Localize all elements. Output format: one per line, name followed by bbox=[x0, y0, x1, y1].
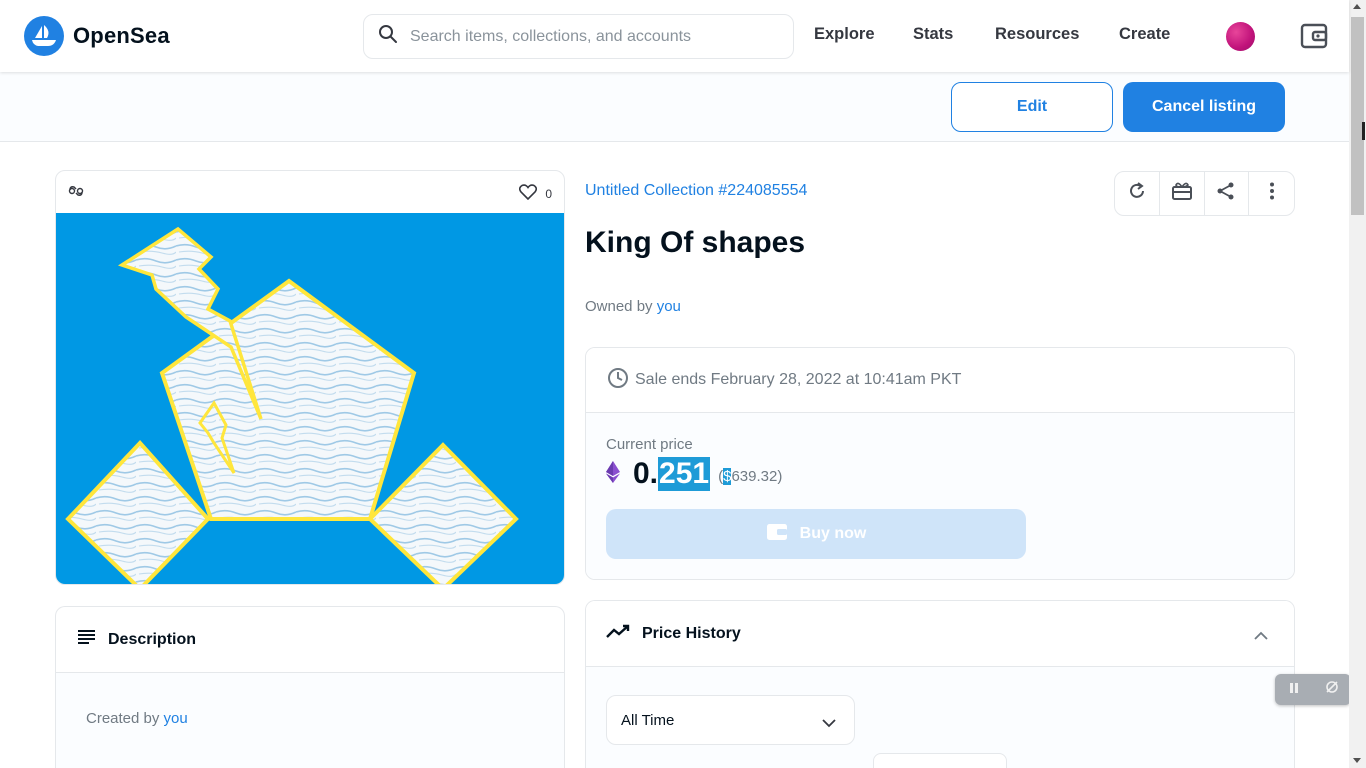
collection-link[interactable]: Untitled Collection #224085554 bbox=[585, 182, 807, 200]
chevron-up-icon[interactable] bbox=[1254, 627, 1268, 645]
cancel-listing-button[interactable]: Cancel listing bbox=[1123, 82, 1285, 132]
price-history-stat-card bbox=[873, 753, 1007, 768]
description-panel: Description Created by you bbox=[55, 606, 565, 768]
recording-widget[interactable] bbox=[1275, 674, 1351, 705]
chevron-down-icon bbox=[822, 715, 836, 732]
price-history-header[interactable]: Price History bbox=[586, 601, 1294, 667]
sale-end-row: Sale ends February 28, 2022 at 10:41am P… bbox=[586, 348, 1294, 413]
owner-action-bar: Edit Cancel listing bbox=[0, 72, 1349, 142]
nav-resources[interactable]: Resources bbox=[995, 25, 1079, 44]
favorite-count: 0 bbox=[545, 186, 552, 201]
owned-by-label: Owned by bbox=[585, 298, 653, 315]
top-navbar: OpenSea Explore Stats Resources Create bbox=[0, 0, 1349, 72]
gift-icon bbox=[1171, 181, 1193, 206]
item-image-card: 0 bbox=[55, 170, 565, 585]
transfer-button[interactable] bbox=[1160, 172, 1205, 215]
price-selected: 251 bbox=[658, 457, 711, 491]
pause-icon[interactable] bbox=[1288, 681, 1300, 699]
scroll-down-arrow[interactable] bbox=[1353, 758, 1361, 763]
profile-avatar[interactable] bbox=[1226, 22, 1255, 51]
creator-link[interactable]: you bbox=[164, 710, 188, 727]
brand-name: OpenSea bbox=[73, 23, 170, 48]
price-value: 0. 251 bbox=[633, 457, 711, 491]
heart-icon bbox=[519, 184, 538, 203]
description-body: Created by you bbox=[56, 673, 564, 768]
item-title: King Of shapes bbox=[585, 226, 806, 259]
description-icon bbox=[78, 630, 96, 649]
search-icon bbox=[378, 24, 398, 49]
description-title: Description bbox=[108, 630, 197, 648]
chain-icon bbox=[68, 184, 84, 203]
edit-button[interactable]: Edit bbox=[951, 82, 1113, 132]
buy-now-button[interactable]: Buy now bbox=[606, 509, 1026, 559]
ethereum-icon bbox=[606, 460, 620, 488]
price-prefix: 0. bbox=[633, 457, 659, 490]
current-price-label: Current price bbox=[606, 436, 693, 453]
trending-icon bbox=[606, 624, 630, 643]
opensea-logo-icon bbox=[24, 16, 64, 56]
nav-explore[interactable]: Explore bbox=[814, 25, 875, 44]
refresh-icon bbox=[1127, 181, 1147, 206]
description-header[interactable]: Description bbox=[56, 607, 564, 673]
buy-now-label: Buy now bbox=[799, 525, 867, 542]
scroll-up-arrow[interactable] bbox=[1353, 4, 1361, 9]
item-toolbar bbox=[1114, 171, 1295, 216]
owned-by: Owned by you bbox=[585, 298, 681, 315]
page-scrollbar[interactable] bbox=[1349, 0, 1366, 768]
scroll-thumb[interactable] bbox=[1351, 17, 1364, 215]
usd-rest: 639.32) bbox=[731, 467, 783, 485]
text-cursor bbox=[1362, 122, 1365, 140]
sale-end-text: Sale ends February 28, 2022 at 10:41am P… bbox=[635, 371, 962, 388]
nft-artwork[interactable] bbox=[56, 213, 564, 584]
nav-create[interactable]: Create bbox=[1119, 25, 1170, 44]
refresh-button[interactable] bbox=[1115, 172, 1160, 215]
image-card-header: 0 bbox=[56, 171, 564, 213]
favorite-button[interactable]: 0 bbox=[519, 184, 552, 203]
share-icon bbox=[1216, 181, 1236, 206]
time-range-select[interactable]: All Time bbox=[606, 695, 855, 745]
search-bar[interactable] bbox=[363, 14, 794, 59]
price-row: 0. 251 ($639.32) bbox=[606, 457, 782, 491]
opensea-logo[interactable]: OpenSea bbox=[24, 16, 170, 56]
wallet-icon bbox=[766, 523, 788, 546]
share-button[interactable] bbox=[1205, 172, 1250, 215]
created-by-label: Created by bbox=[86, 710, 160, 727]
more-options-button[interactable] bbox=[1249, 172, 1294, 215]
search-input[interactable] bbox=[410, 27, 770, 46]
owner-link[interactable]: you bbox=[657, 298, 681, 315]
price-history-panel: Price History All Time bbox=[585, 600, 1295, 768]
clock-icon bbox=[607, 367, 629, 394]
wallet-icon[interactable] bbox=[1300, 22, 1328, 55]
capture-icon[interactable] bbox=[1325, 680, 1339, 699]
more-icon bbox=[1269, 182, 1275, 205]
time-range-value: All Time bbox=[621, 711, 675, 729]
price-usd: ($639.32) bbox=[718, 467, 783, 485]
price-history-title: Price History bbox=[642, 624, 741, 642]
nav-stats[interactable]: Stats bbox=[913, 25, 953, 44]
